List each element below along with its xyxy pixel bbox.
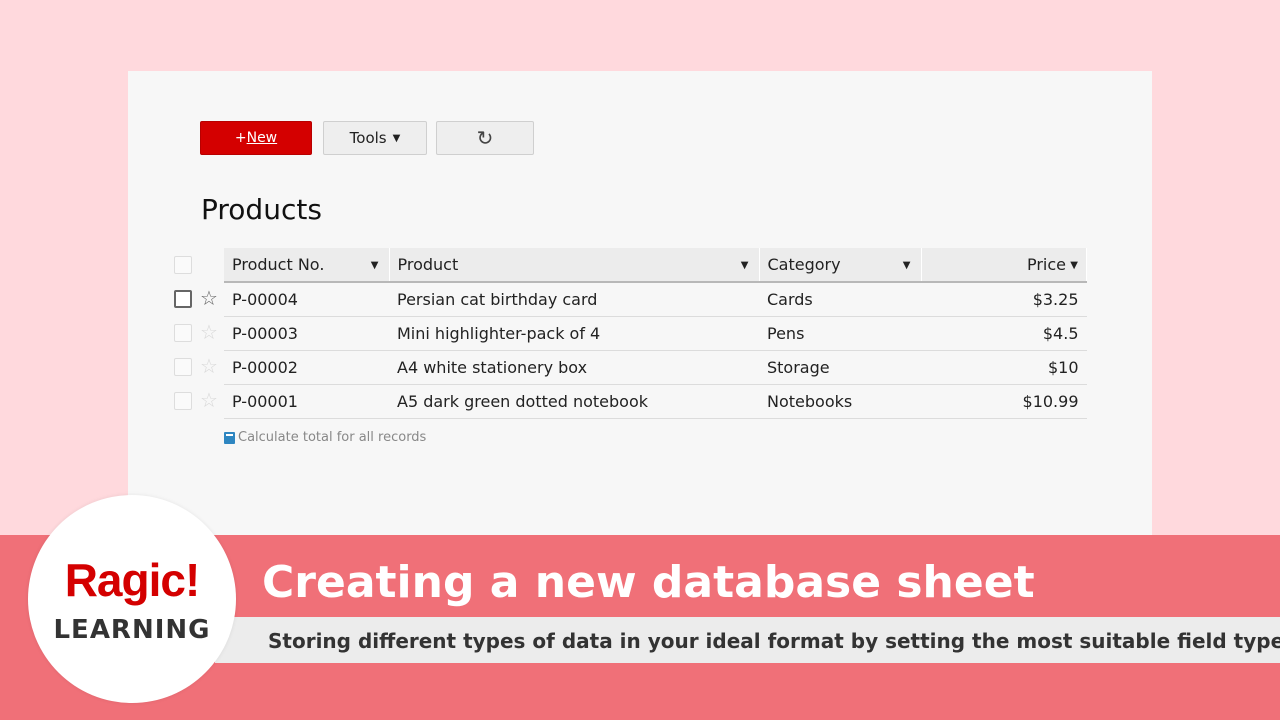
row-checkbox[interactable] xyxy=(174,290,192,308)
star-icon[interactable]: ☆ xyxy=(200,288,218,308)
cell-product[interactable]: A4 white stationery box xyxy=(389,350,759,385)
row-checkbox[interactable] xyxy=(174,324,192,342)
column-header-product-no[interactable]: Product No. ▼ xyxy=(224,248,390,283)
select-all-checkbox[interactable] xyxy=(174,256,192,274)
cell-price[interactable]: $10.99 xyxy=(921,384,1087,419)
chevron-down-icon: ▼ xyxy=(392,132,401,144)
cell-product-no[interactable]: P-00004 xyxy=(224,282,389,317)
cell-category[interactable]: Cards xyxy=(759,282,921,317)
cell-price[interactable]: $4.5 xyxy=(921,316,1087,351)
refresh-icon: ↻ xyxy=(476,126,494,150)
cell-product-no[interactable]: P-00001 xyxy=(224,384,389,419)
cell-category[interactable]: Storage xyxy=(759,350,921,385)
banner-title: Creating a new database sheet xyxy=(262,557,1035,608)
calculator-icon xyxy=(224,431,235,444)
logo-subtitle: LEARNING xyxy=(53,615,211,645)
column-header-product[interactable]: Product ▼ xyxy=(389,248,760,283)
cell-product-no[interactable]: P-00003 xyxy=(224,316,389,351)
table-row[interactable]: P-00003 Mini highlighter-pack of 4 Pens … xyxy=(224,316,1087,351)
cell-category[interactable]: Notebooks xyxy=(759,384,921,419)
new-button-label: New xyxy=(246,130,278,146)
cell-price[interactable]: $3.25 xyxy=(921,282,1087,317)
ragic-learning-logo: Ragic! LEARNING xyxy=(28,495,236,703)
table-row[interactable]: P-00001 A5 dark green dotted notebook No… xyxy=(224,384,1087,419)
new-record-button[interactable]: + New xyxy=(200,121,312,155)
row-checkbox[interactable] xyxy=(174,392,192,410)
tools-dropdown-button[interactable]: Tools ▼ xyxy=(323,121,427,155)
column-header-price[interactable]: Price ▼ xyxy=(921,248,1087,283)
star-icon[interactable]: ☆ xyxy=(200,390,218,410)
star-icon[interactable]: ☆ xyxy=(200,356,218,376)
records-table: Product No. ▼ Product ▼ Category ▼ Price ▼ P… xyxy=(224,248,1087,419)
calculate-total-link[interactable]: Calculate total for all records xyxy=(224,430,426,445)
cell-product-no[interactable]: P-00002 xyxy=(224,350,389,385)
sort-caret-icon[interactable]: ▼ xyxy=(371,260,379,271)
calculate-total-label: Calculate total for all records xyxy=(238,430,427,445)
sheet-panel: + New Tools ▼ ↻ Products ☆ ☆ ☆ ☆ Product … xyxy=(128,71,1152,541)
sort-caret-icon[interactable]: ▼ xyxy=(1070,260,1078,271)
cell-category[interactable]: Pens xyxy=(759,316,921,351)
cell-product[interactable]: Mini highlighter-pack of 4 xyxy=(389,316,759,351)
cell-product[interactable]: Persian cat birthday card xyxy=(389,282,759,317)
table-row[interactable]: P-00002 A4 white stationery box Storage … xyxy=(224,350,1087,385)
refresh-button[interactable]: ↻ xyxy=(436,121,534,155)
column-header-category[interactable]: Category ▼ xyxy=(759,248,922,283)
subtitle-strip: Storing different types of data in your … xyxy=(215,617,1280,663)
logo-wordmark: Ragic! xyxy=(64,554,201,606)
star-icon[interactable]: ☆ xyxy=(200,322,218,342)
table-row[interactable]: P-00004 Persian cat birthday card Cards … xyxy=(224,282,1087,317)
new-button-prefix: + xyxy=(234,130,247,146)
banner-subtitle: Storing different types of data in your … xyxy=(268,629,1280,653)
cell-product[interactable]: A5 dark green dotted notebook xyxy=(389,384,759,419)
page-title: Products xyxy=(201,193,322,226)
row-checkbox[interactable] xyxy=(174,358,192,376)
sort-caret-icon[interactable]: ▼ xyxy=(903,260,911,271)
tools-button-label: Tools xyxy=(349,129,387,147)
sort-caret-icon[interactable]: ▼ xyxy=(741,260,749,271)
cell-price[interactable]: $10 xyxy=(921,350,1087,385)
